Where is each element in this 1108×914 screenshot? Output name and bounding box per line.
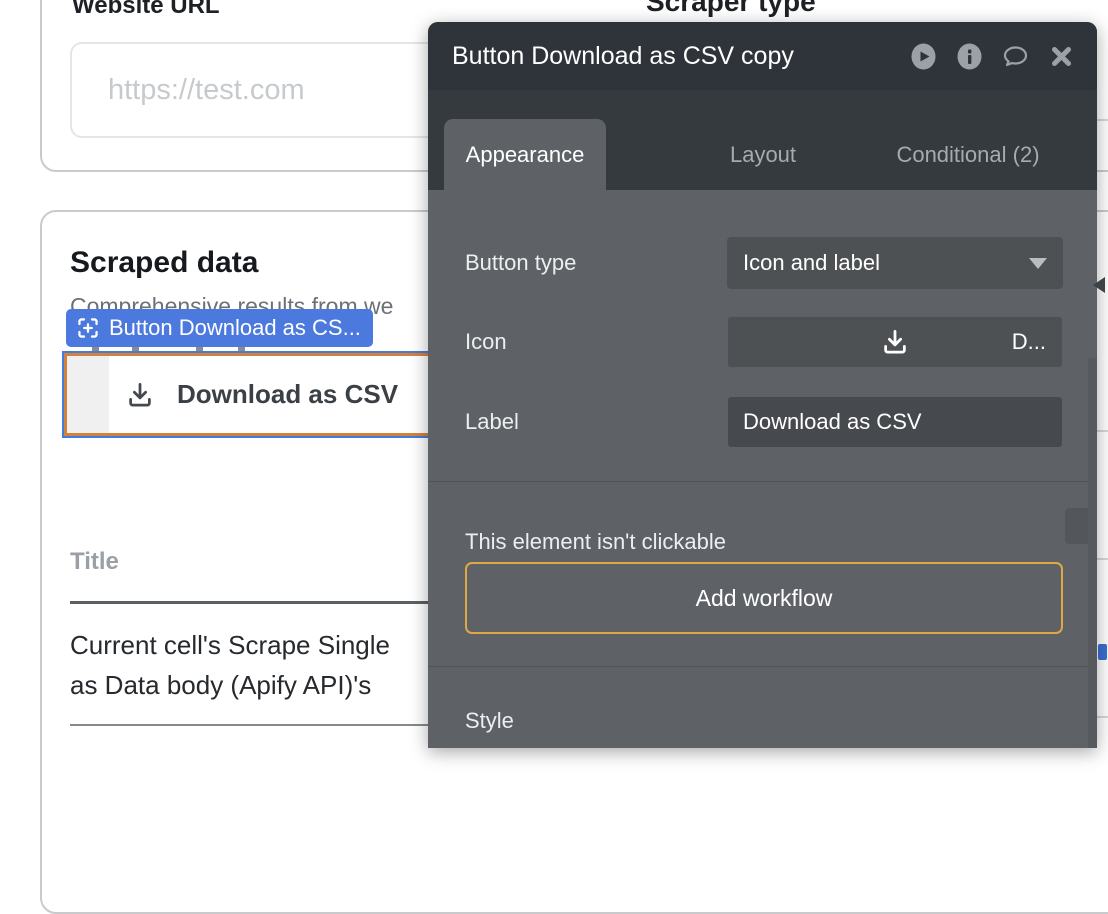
- scraper-type-label: Scraper type: [646, 0, 816, 18]
- style-section-label: Style: [465, 708, 514, 734]
- page-edge-line: [1097, 119, 1108, 121]
- tab-conditional[interactable]: Conditional (2): [868, 119, 1068, 190]
- element-selection-badge[interactable]: Button Download as CS...: [66, 309, 373, 347]
- element-selection-badge-label: Button Download as CS...: [109, 315, 361, 341]
- panel-tabbar: Appearance Layout Conditional (2): [428, 90, 1097, 190]
- button-left-padding: [67, 356, 109, 433]
- page-edge-line: [1097, 558, 1108, 560]
- tab-layout-label: Layout: [730, 142, 796, 168]
- info-icon[interactable]: [956, 43, 983, 70]
- label-row: Label Download as CSV: [465, 396, 1063, 448]
- panel-title: Button Download as CSV copy: [452, 42, 910, 71]
- property-editor-panel: Button Download as CSV copy Appea: [428, 22, 1097, 748]
- add-workflow-label: Add workflow: [696, 585, 833, 612]
- table-cell-line1: Current cell's Scrape Single: [70, 630, 390, 661]
- canvas-button-label: Download as CSV: [177, 379, 398, 410]
- label-label: Label: [465, 409, 727, 435]
- label-input-value: Download as CSV: [743, 409, 922, 435]
- section-divider: [428, 481, 1097, 482]
- button-type-value: Icon and label: [743, 250, 880, 276]
- panel-body: Button type Icon and label Icon D...: [428, 190, 1097, 748]
- comment-icon[interactable]: [1002, 43, 1029, 70]
- chevron-down-icon: [1029, 258, 1047, 269]
- download-icon: [125, 380, 155, 410]
- icon-row: Icon D...: [465, 316, 1063, 368]
- website-url-placeholder: https://test.com: [108, 74, 305, 107]
- table-cell-line2: as Data body (Apify API)'s: [70, 670, 371, 701]
- run-workflow-icon[interactable]: [910, 43, 937, 70]
- tab-appearance[interactable]: Appearance: [444, 119, 606, 190]
- clipped-link-fragment: [1098, 644, 1107, 660]
- button-type-select[interactable]: Icon and label: [727, 237, 1063, 289]
- tab-conditional-label: Conditional (2): [896, 142, 1039, 168]
- page-edge-line: [1097, 430, 1108, 432]
- scraped-data-title: Scraped data: [70, 246, 258, 280]
- add-workflow-button[interactable]: Add workflow: [465, 562, 1063, 634]
- select-plus-icon: [76, 316, 100, 340]
- tab-appearance-label: Appearance: [466, 142, 585, 168]
- label-input[interactable]: Download as CSV: [727, 396, 1063, 448]
- website-url-label: Website URL: [72, 0, 220, 20]
- panel-header[interactable]: Button Download as CSV copy: [428, 22, 1097, 90]
- page-edge-line: [1097, 716, 1108, 718]
- clickable-label: This element isn't clickable: [465, 529, 1063, 555]
- icon-label: Icon: [465, 329, 727, 355]
- button-type-row: Button type Icon and label: [465, 237, 1063, 289]
- panel-scrollbar[interactable]: [1088, 358, 1097, 748]
- tab-layout[interactable]: Layout: [688, 119, 838, 190]
- table-column-header: Title: [70, 548, 119, 576]
- button-type-label: Button type: [465, 250, 727, 276]
- icon-name-truncated: D...: [1012, 329, 1046, 355]
- download-icon: [880, 327, 910, 357]
- clickable-row: This element isn't clickable: [465, 516, 1063, 568]
- section-divider: [428, 666, 1097, 667]
- icon-picker[interactable]: D...: [727, 316, 1063, 368]
- close-icon[interactable]: [1048, 43, 1075, 70]
